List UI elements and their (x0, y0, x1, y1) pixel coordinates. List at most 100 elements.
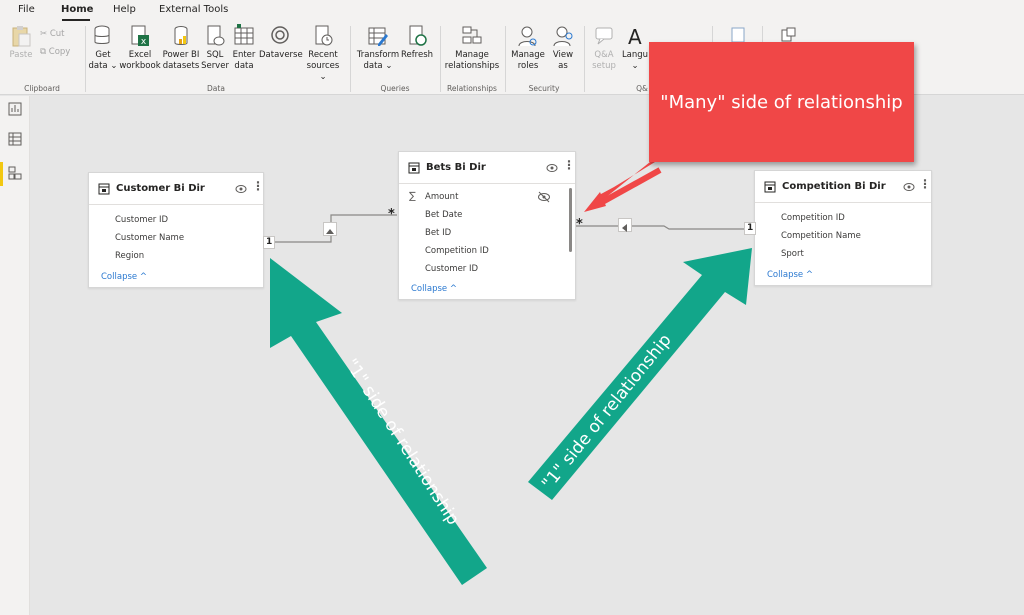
collapse-link[interactable]: Collapse ^ (101, 272, 147, 282)
enter-data-label-2: data (234, 61, 254, 71)
sql-label-2: Server (201, 61, 229, 71)
collapse-link[interactable]: Collapse ^ (411, 284, 457, 294)
excel-label: Excel (128, 50, 152, 60)
manage-roles-label-2: roles (517, 61, 539, 71)
tab-help[interactable]: Help (113, 4, 136, 15)
relationships-group-label: Relationships (447, 84, 497, 93)
get-data-button[interactable]: Get data ⌄ (88, 24, 118, 72)
power-bi-datasets-button[interactable]: Power BI datasets (162, 24, 200, 72)
datasets-icon (174, 26, 188, 45)
manage-roles-label: Manage (511, 50, 545, 60)
recent-label: Recent (308, 50, 338, 60)
manage-rel-label-2: relationships (444, 61, 500, 71)
more-options-icon[interactable]: ⋮ (252, 179, 264, 193)
view-as-label: View (552, 50, 574, 60)
qa-icon (595, 27, 613, 45)
excel-workbook-button[interactable]: x Excel workbook (119, 24, 161, 72)
transform-data-icon (368, 27, 388, 46)
sum-icon: ∑ (409, 191, 416, 202)
field-customer-id[interactable]: Customer ID (425, 264, 478, 274)
manage-roles-button[interactable]: Manage roles (509, 24, 547, 72)
table-card-header[interactable]: Competition Bi Dir ⋮ (755, 171, 931, 203)
power-bi-desktop-window: File Home Help External Tools Paste ✂ Cu… (0, 0, 1024, 615)
field-competition-id[interactable]: Competition ID (781, 213, 845, 223)
field-sport[interactable]: Sport (781, 249, 804, 259)
divider (584, 26, 585, 92)
divider (440, 26, 441, 92)
language-label-2: ⌄ (631, 61, 639, 71)
table-title: Competition Bi Dir (782, 181, 886, 192)
menu-bar: File Home Help External Tools (0, 0, 1024, 22)
report-view-icon[interactable] (8, 102, 22, 116)
transform-label-2: data ⌄ (363, 61, 393, 71)
tab-file[interactable]: File (18, 4, 35, 15)
paste-button[interactable]: Paste (8, 24, 34, 61)
scrollbar[interactable] (569, 188, 572, 252)
tab-external-tools[interactable]: External Tools (159, 4, 228, 15)
table-card-competition[interactable]: Competition Bi Dir ⋮ Competition ID Comp… (754, 170, 932, 286)
field-amount[interactable]: Amount (425, 192, 458, 202)
sql-server-button[interactable]: SQL Server (201, 24, 229, 72)
svg-text:x: x (141, 37, 147, 47)
visibility-icon[interactable] (903, 182, 915, 192)
data-view-icon[interactable] (8, 132, 22, 146)
model-view-icon[interactable] (8, 166, 22, 180)
collapse-link[interactable]: Collapse ^ (767, 270, 813, 280)
view-as-label-2: as (558, 61, 568, 71)
excel-label-2: workbook (119, 61, 161, 71)
language-icon: A (628, 25, 642, 48)
table-card-customer[interactable]: Customer Bi Dir ⋮ Customer ID Customer N… (88, 172, 264, 288)
visibility-icon[interactable] (235, 184, 247, 194)
recent-sources-button[interactable]: Recent sources ⌄ (302, 24, 344, 83)
field-customer-name[interactable]: Customer Name (115, 233, 184, 243)
active-view-indicator (0, 162, 3, 186)
cross-filter-direction-icon[interactable] (323, 222, 337, 236)
sql-server-icon (207, 25, 225, 46)
security-group-label: Security (528, 84, 560, 93)
language-button[interactable]: A Langu ⌄ (619, 24, 651, 72)
more-options-icon[interactable]: ⋮ (563, 158, 575, 172)
paste-icon (12, 26, 31, 47)
svg-text:A: A (628, 25, 642, 48)
view-as-button[interactable]: View as (548, 24, 578, 72)
queries-group-label: Queries (380, 84, 410, 93)
scissors-icon: ✂ (40, 29, 48, 39)
data-group-label: Data (207, 84, 225, 93)
recent-sources-icon (315, 25, 333, 46)
field-bet-id[interactable]: Bet ID (425, 228, 451, 238)
table-card-header[interactable]: Customer Bi Dir ⋮ (89, 173, 264, 205)
field-region[interactable]: Region (115, 251, 144, 261)
hidden-eye-icon[interactable] (537, 191, 551, 203)
divider (85, 26, 86, 92)
clipboard-group-label: Clipboard (24, 84, 60, 93)
many-side-callout: "Many" side of relationship (649, 42, 914, 162)
copy-label: Copy (48, 47, 71, 57)
field-customer-id[interactable]: Customer ID (115, 215, 168, 225)
more-options-icon[interactable]: ⋮ (919, 177, 931, 191)
enter-data-label: Enter (232, 50, 256, 60)
cut-button[interactable]: ✂ Cut (40, 29, 64, 39)
refresh-button[interactable]: Refresh (400, 24, 434, 61)
enter-data-button[interactable]: Enter data (230, 24, 258, 72)
manage-relationships-button[interactable]: Manage relationships (443, 24, 501, 72)
field-competition-id[interactable]: Competition ID (425, 246, 489, 256)
field-bet-date[interactable]: Bet Date (425, 210, 462, 220)
table-grid-icon (234, 24, 254, 45)
pbi-label-2: datasets (162, 61, 200, 71)
excel-icon: x (131, 25, 149, 47)
transform-data-button[interactable]: Transform data ⌄ (356, 24, 400, 72)
dataverse-button[interactable]: Dataverse (259, 24, 303, 61)
field-competition-name[interactable]: Competition Name (781, 231, 861, 241)
cross-filter-direction-icon[interactable] (618, 218, 632, 232)
qa-setup-button[interactable]: Q&A setup (589, 24, 619, 72)
copy-button[interactable]: ⧉ Copy (40, 47, 70, 57)
roles-icon (518, 26, 537, 47)
table-card-bets[interactable]: Bets Bi Dir ⋮ ∑ Amount Bet Date Bet ID C… (398, 151, 576, 300)
tab-home[interactable]: Home (61, 4, 93, 15)
model-canvas[interactable]: Customer Bi Dir ⋮ Customer ID Customer N… (31, 96, 1024, 615)
view-switcher (0, 96, 30, 615)
table-icon (98, 183, 110, 195)
visibility-icon[interactable] (546, 163, 558, 173)
table-card-header[interactable]: Bets Bi Dir ⋮ (399, 152, 575, 184)
copy-icon: ⧉ (40, 47, 47, 57)
